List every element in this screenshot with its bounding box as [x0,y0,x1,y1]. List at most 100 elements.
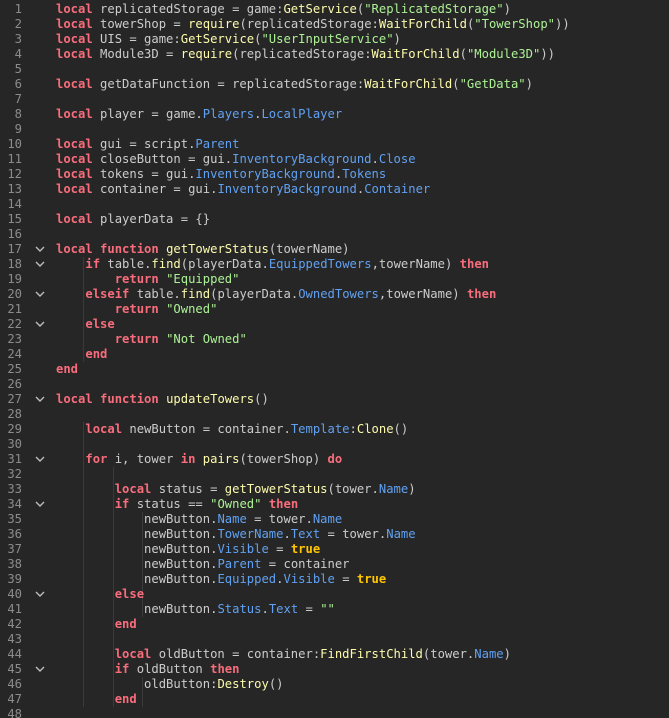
token-text: () [254,392,269,406]
code-line[interactable]: 18 if table.find(playerData.EquippedTowe… [0,257,669,272]
token-text: ) [503,2,511,16]
code-line[interactable]: 1 local replicatedStorage = game:GetServi… [0,2,669,17]
chevron-down-icon[interactable] [35,242,47,257]
token-keyword: then [466,287,497,301]
code-line[interactable]: 10 local gui = script.Parent [0,137,669,152]
code-line[interactable]: 31 for i, tower in pairs(towerShop) do [0,452,669,467]
code-line[interactable]: 40 else [0,587,669,602]
code-line[interactable]: 20 elseif table.find(playerData.OwnedTow… [0,287,669,302]
code-line[interactable]: 14 [0,197,669,212]
token-string: "Module3D" [466,47,541,61]
token-text: )) [555,17,570,31]
token-string: "ReplicatedStorage" [364,2,504,16]
code-line[interactable]: 45 if oldButton then [0,662,669,677]
code-line[interactable]: 29 local newButton = container.Template:… [0,422,669,437]
line-number: 38 [7,557,22,571]
code-line[interactable]: 32 [0,467,669,482]
code-line[interactable]: 19 return "Equipped" [0,272,669,287]
code-line[interactable]: 36 newButton.TowerName.Text = tower.Name [0,527,669,542]
token-string: "Equipped" [166,272,240,286]
line-number: 31 [7,452,22,466]
code-line[interactable]: 15 local playerData = {} [0,212,669,227]
chevron-down-icon[interactable] [35,287,47,302]
code-line[interactable]: 22 else [0,317,669,332]
code-line[interactable]: 41 newButton.Status.Text = "" [0,602,669,617]
token-text: Module3D = [92,47,181,61]
line-number: 36 [7,527,22,541]
code-line[interactable]: 37 newButton.Visible = true [0,542,669,557]
code-text: local closeButton = gui.InventoryBackgro… [56,152,416,167]
code-line[interactable]: 25 end [0,362,669,377]
code-line[interactable]: 17 local function getTowerStatus(towerNam… [0,242,669,257]
token-prop: Name [217,512,247,526]
token-text: (playerData. [180,257,269,271]
code-line[interactable]: 6 local getDataFunction = replicatedStora… [0,77,669,92]
token-keyword: elseif [85,287,130,301]
code-line[interactable]: 11 local closeButton = gui.InventoryBackg… [0,152,669,167]
code-line[interactable]: 35 newButton.Name = tower.Name [0,512,669,527]
code-line[interactable]: 34 if status == "Owned" then [0,497,669,512]
code-line[interactable]: 21 return "Owned" [0,302,669,317]
token-text: gui = script. [92,137,196,151]
code-line[interactable]: 12 local tokens = gui.InventoryBackground… [0,167,669,182]
token-text: (tower. [422,647,475,661]
code-text: if oldButton then [56,662,240,677]
code-line[interactable]: 8 local player = game.Players.LocalPlayer [0,107,669,122]
line-number: 29 [7,422,22,436]
line-number: 9 [14,122,22,136]
code-line[interactable]: 42 end [0,617,669,632]
code-line[interactable]: 48 [0,707,669,718]
chevron-down-icon[interactable] [35,662,47,677]
token-keyword: local [56,107,93,121]
line-number: 18 [7,257,22,271]
code-line[interactable]: 5 [0,62,669,77]
code-line[interactable]: 38 newButton.Parent = container [0,557,669,572]
token-prop: Equipped [217,572,277,586]
token-text: . [371,152,379,166]
chevron-down-icon[interactable] [35,497,47,512]
code-line[interactable]: 26 [0,377,669,392]
code-line[interactable]: 47 end [0,692,669,707]
token-method: WaitForChild [371,47,460,61]
code-line[interactable]: 30 [0,437,669,452]
line-number: 24 [7,347,22,361]
chevron-down-icon[interactable] [35,317,47,332]
line-number: 15 [7,212,22,226]
code-line[interactable]: 3 local UIS = game:GetService("UserInputS… [0,32,669,47]
code-line[interactable]: 39 newButton.Equipped.Visible = true [0,572,669,587]
code-line[interactable]: 27 local function updateTowers() [0,392,669,407]
code-line[interactable]: 43 [0,632,669,647]
token-text: UIS = game: [92,32,181,46]
token-prop: Players [202,107,255,121]
line-number: 14 [7,197,22,211]
chevron-down-icon[interactable] [35,587,47,602]
code-line[interactable]: 7 [0,92,669,107]
code-line[interactable]: 9 [0,122,669,137]
code-text: newButton.Equipped.Visible = true [56,572,386,587]
code-line[interactable]: 23 return "Not Owned" [0,332,669,347]
token-text: (towerName) [268,242,350,256]
code-line[interactable]: 46 oldButton:Destroy() [0,677,669,692]
chevron-down-icon[interactable] [35,452,47,467]
token-prop: Text [290,527,321,541]
code-line[interactable]: 13 local container = gui.InventoryBackgro… [0,182,669,197]
code-line[interactable]: 4 local Module3D = require(replicatedStor… [0,47,669,62]
code-text: newButton.Name = tower.Name [56,512,342,527]
code-line[interactable]: 28 [0,407,669,422]
token-keyword: end [56,362,79,376]
code-line[interactable]: 33 local status = getTowerStatus(tower.N… [0,482,669,497]
code-line[interactable]: 2 local towerShop = require(replicatedSto… [0,17,669,32]
chevron-down-icon[interactable] [35,257,47,272]
token-text: newButton. [56,527,218,541]
code-text: local newButton = container.Template:Clo… [56,422,408,437]
code-text: local replicatedStorage = game:GetServic… [56,2,511,17]
code-line[interactable]: 24 end [0,347,669,362]
token-keyword: then [210,662,240,676]
code-text: local playerData = {} [56,212,210,227]
chevron-down-icon[interactable] [35,392,47,407]
code-line[interactable]: 16 [0,227,669,242]
script-editor[interactable]: 1 local replicatedStorage = game:GetServi… [0,0,669,718]
code-line[interactable]: 44 local oldButton = container:FindFirst… [0,647,669,662]
